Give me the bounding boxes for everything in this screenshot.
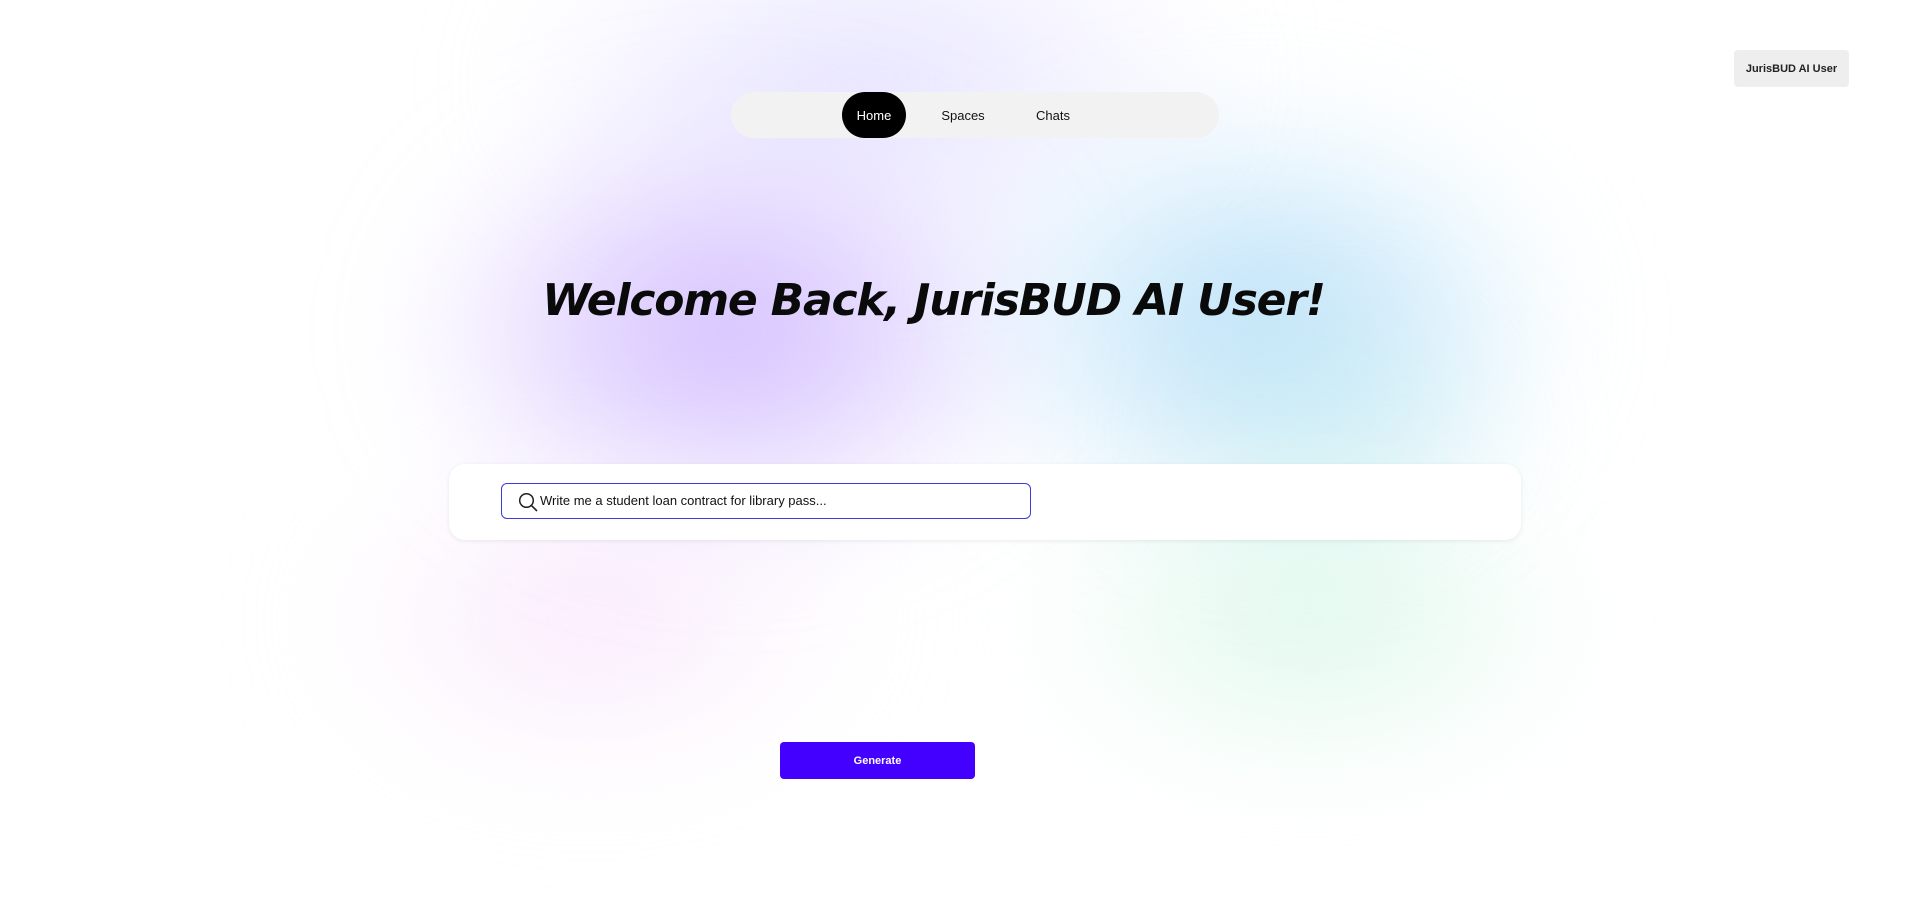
search-card xyxy=(449,464,1521,540)
tab-home[interactable]: Home xyxy=(842,92,906,138)
search-icon xyxy=(518,492,538,512)
tab-chats[interactable]: Chats xyxy=(1021,92,1085,138)
main-nav: Home Spaces Chats xyxy=(731,92,1219,138)
user-menu-button[interactable]: JurisBUD AI User xyxy=(1734,50,1849,87)
search-input[interactable] xyxy=(540,484,1020,517)
search-field[interactable] xyxy=(501,483,1031,519)
tab-spaces[interactable]: Spaces xyxy=(931,92,995,138)
page-title: Welcome Back, JurisBUD AI User! xyxy=(542,275,1326,326)
generate-button[interactable]: Generate xyxy=(780,742,975,779)
